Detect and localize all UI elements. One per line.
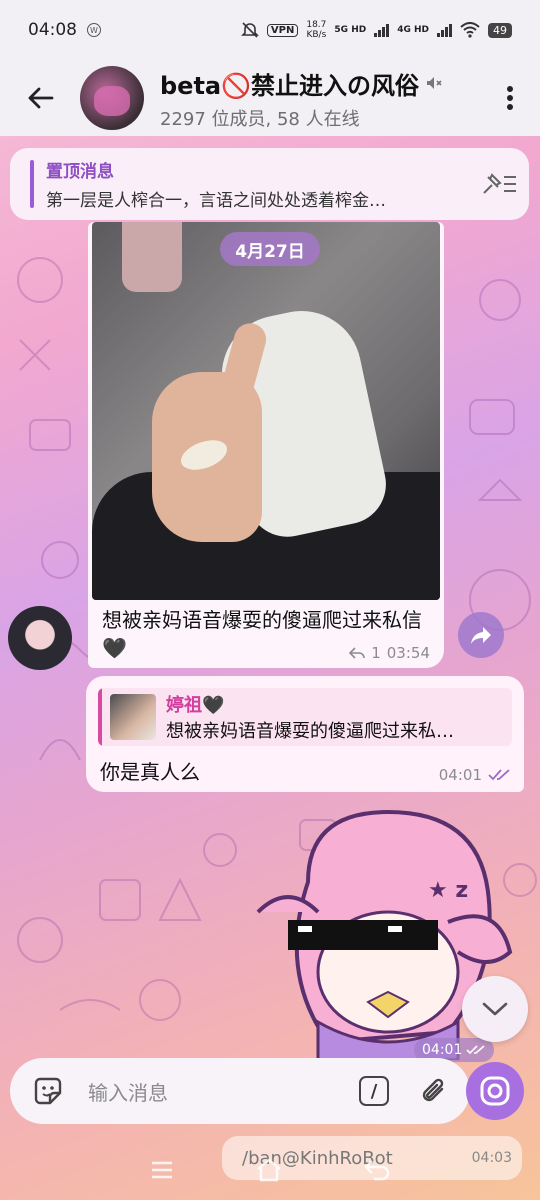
sticker-time: 04:01 <box>422 1042 463 1058</box>
speed-value: 18.7 <box>306 20 327 30</box>
chat-subtitle: 2297 位成员, 58 人在线 <box>160 108 360 130</box>
signal-icon-2 <box>437 23 452 37</box>
system-navigation-bar <box>0 1140 540 1200</box>
bot-commands-button[interactable]: / <box>344 1058 404 1124</box>
pinned-text: 第一层是人榨合一，言语之间处处透着榨金… <box>46 191 386 211</box>
mute-bell-icon <box>240 22 259 38</box>
reply-time: 04:01 <box>438 766 482 784</box>
network-4g-label: 4G HD <box>397 25 429 35</box>
svg-text:★ z: ★ z <box>428 878 468 903</box>
reply-arrow-icon <box>349 647 366 659</box>
network-5g-label: 5G HD <box>334 25 367 35</box>
message-composer: 输入消息 / <box>10 1058 470 1124</box>
wifi-icon <box>460 22 480 38</box>
more-vert-icon <box>507 86 513 110</box>
scroll-to-bottom-button[interactable] <box>462 976 528 1042</box>
network-speed: 18.7 KB/s <box>306 20 326 40</box>
sticker-button[interactable] <box>18 1058 78 1124</box>
battery-indicator: 49 <box>488 22 512 38</box>
quote-text-area: 婷祖🖤 想被亲妈语音爆耍的傻逼爬过来私… <box>166 691 506 743</box>
double-check-icon <box>466 1045 485 1055</box>
back-button[interactable] <box>0 60 80 136</box>
message-input[interactable]: 输入消息 <box>78 1077 344 1106</box>
pinned-accent-bar <box>30 160 34 208</box>
date-separator: 4月27日 <box>220 232 320 266</box>
chevron-down-icon <box>482 1002 508 1016</box>
arrow-left-icon <box>28 87 54 109</box>
pinned-list-button[interactable] <box>469 171 529 197</box>
quote-sender-name: 婷祖🖤 <box>166 695 225 716</box>
speaker-muted-icon <box>427 77 442 89</box>
group-avatar[interactable] <box>80 66 144 130</box>
forward-button[interactable] <box>458 612 504 658</box>
camera-circle-icon <box>480 1076 510 1106</box>
quote-accent-bar <box>98 688 102 746</box>
status-icons: VPN 18.7 KB/s 5G HD 4G HD 49 <box>240 20 512 40</box>
photo-cup-shape <box>122 222 182 292</box>
back-nav-icon[interactable] <box>363 1159 390 1181</box>
message-photo[interactable] <box>92 222 440 600</box>
pinned-message-bar[interactable]: 置顶消息 第一层是人榨合一，言语之间处处透着榨金… <box>10 148 529 220</box>
photo-message-meta: 1 03:54 <box>349 644 430 662</box>
photo-message-bubble[interactable]: 想被亲妈语音爆耍的傻逼爬过来私信🖤 1 03:54 <box>88 222 444 668</box>
notification-app-icon: W <box>87 23 101 37</box>
chat-title-area[interactable]: beta🚫禁止进入の风俗 2297 位成员, 58 人在线 <box>160 66 480 131</box>
share-arrow-icon <box>471 627 491 644</box>
system-status-bar: 04:08 W VPN 18.7 KB/s 5G HD 4G HD 49 <box>0 0 540 60</box>
slash-command-icon: / <box>359 1076 389 1106</box>
clock: 04:08 <box>28 20 77 40</box>
speed-unit: KB/s <box>306 30 327 40</box>
signal-icon <box>374 23 390 37</box>
quoted-message[interactable]: 婷祖🖤 想被亲妈语音爆耍的傻逼爬过来私… <box>98 688 512 746</box>
pinned-content: 置顶消息 第一层是人榨合一，言语之间处处透着榨金… <box>46 157 469 211</box>
attach-button[interactable] <box>404 1058 464 1124</box>
photo-time: 03:54 <box>386 644 430 662</box>
home-icon[interactable] <box>255 1158 283 1182</box>
chat-title: beta🚫禁止进入の风俗 <box>160 66 480 101</box>
outgoing-reply-bubble[interactable]: 婷祖🖤 想被亲妈语音爆耍的傻逼爬过来私… 你是真人么 04:01 <box>86 676 524 792</box>
vpn-badge: VPN <box>266 23 299 37</box>
pin-list-icon <box>483 173 516 194</box>
chat-header: beta🚫禁止进入の风俗 2297 位成员, 58 人在线 <box>0 60 540 136</box>
sender-avatar[interactable] <box>8 606 72 670</box>
pinned-label: 置顶消息 <box>46 162 114 182</box>
reply-message-text: 你是真人么 <box>100 760 200 784</box>
more-options-button[interactable] <box>480 85 540 111</box>
paperclip-icon <box>422 1078 444 1102</box>
sticker-icon <box>34 1077 62 1105</box>
reply-count: 1 <box>371 644 381 662</box>
menu-lines-icon[interactable] <box>150 1161 174 1179</box>
quote-thumbnail <box>110 694 156 740</box>
quote-text: 想被亲妈语音爆耍的傻逼爬过来私… <box>166 721 454 742</box>
double-check-icon <box>488 769 510 781</box>
chat-title-text: beta🚫禁止进入の风俗 <box>160 71 420 100</box>
reply-message-meta: 04:01 <box>439 766 512 784</box>
camera-message-button[interactable] <box>466 1062 524 1120</box>
